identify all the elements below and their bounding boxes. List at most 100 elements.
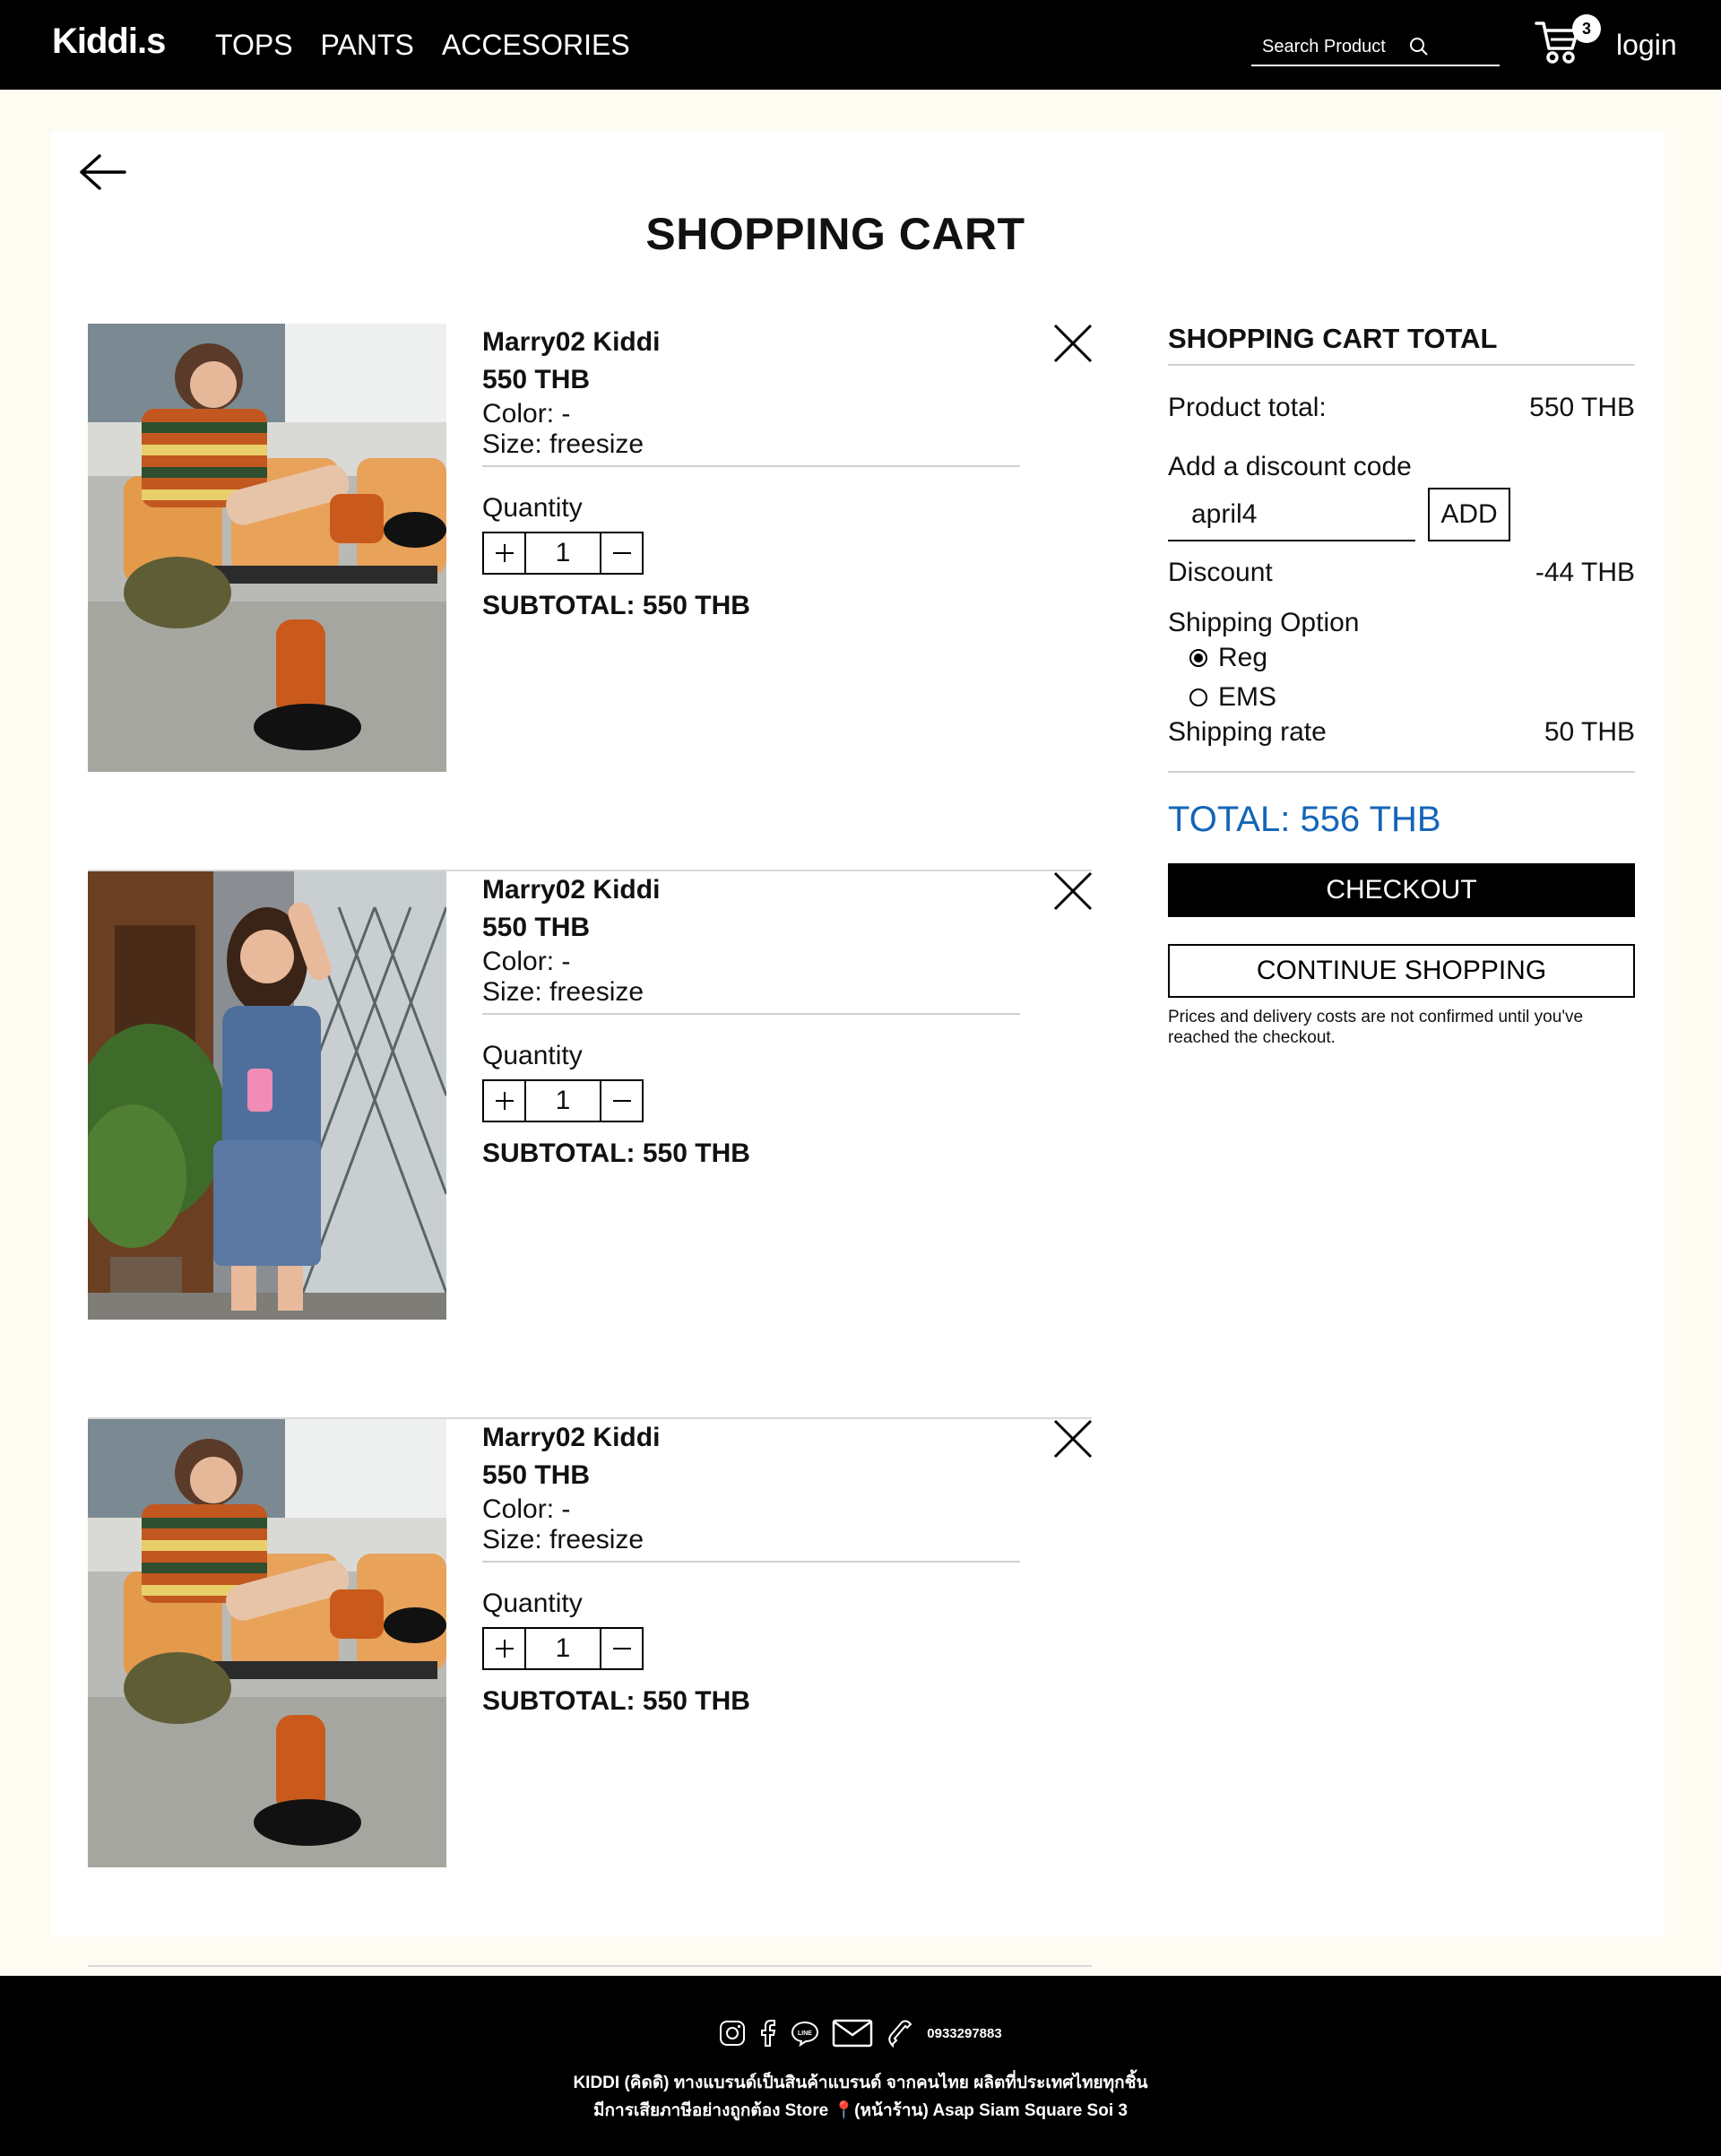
continue-shopping-button[interactable]: CONTINUE SHOPPING xyxy=(1168,944,1635,998)
remove-item-button[interactable] xyxy=(1053,1419,1093,1459)
divider xyxy=(482,1561,1020,1563)
quantity-value[interactable]: 1 xyxy=(524,533,601,573)
main-nav: TOPS PANTS ACCESORIES xyxy=(215,29,630,62)
decrease-quantity-button[interactable] xyxy=(601,1081,642,1121)
product-name[interactable]: Marry02 Kiddi xyxy=(482,871,1020,909)
minus-icon xyxy=(612,1100,631,1102)
search-bar xyxy=(1251,29,1500,66)
nav-item-tops[interactable]: TOPS xyxy=(215,29,293,62)
product-size: Size: freesize xyxy=(482,1525,644,1554)
quantity-label: Quantity xyxy=(482,1041,583,1070)
divider xyxy=(1168,771,1635,773)
remove-item-button[interactable] xyxy=(1053,871,1093,911)
plus-icon xyxy=(495,1640,514,1658)
product-name[interactable]: Marry02 Kiddi xyxy=(482,1419,1020,1457)
phone-icon[interactable] xyxy=(886,2019,914,2048)
footer-text: KIDDI (คิดดิ) ทางแบรนด์เป็นสินค้าแบรนด์ … xyxy=(0,2069,1721,2125)
order-total: TOTAL: 556 THB xyxy=(1168,800,1441,839)
shipping-option-ems[interactable]: EMS xyxy=(1189,678,1635,717)
product-price: 550 THB xyxy=(482,1460,591,1490)
shipping-option-reg[interactable]: Reg xyxy=(1189,638,1635,678)
footer-line-1: KIDDI (คิดดิ) ทางแบรนด์เป็นสินค้าแบรนด์ … xyxy=(573,2074,1148,2092)
product-photo[interactable] xyxy=(88,324,446,772)
discount-row: Discount -44 THB xyxy=(1168,558,1635,588)
page-title: SHOPPING CART xyxy=(645,209,1025,259)
product-color: Color: - xyxy=(482,1494,571,1524)
radio-button-selected[interactable] xyxy=(1189,649,1207,667)
checkout-button[interactable]: CHECKOUT xyxy=(1168,863,1635,917)
cart-panel: SHOPPING CART Marry02 Kiddi 550 THB Colo… xyxy=(51,131,1665,1967)
item-subtotal: SUBTOTAL: 550 THB xyxy=(482,1686,750,1716)
product-color: Color: - xyxy=(482,947,571,976)
item-info: Marry02 Kiddi 550 THB Color: - Size: fre… xyxy=(482,1419,1020,1717)
product-total-value: 550 THB xyxy=(1529,393,1635,422)
mail-icon[interactable] xyxy=(832,2019,873,2048)
quantity-label: Quantity xyxy=(482,493,583,523)
quantity-value[interactable]: 1 xyxy=(524,1629,601,1668)
add-discount-button[interactable]: ADD xyxy=(1428,488,1510,541)
social-links: LINE 0933297883 xyxy=(0,2019,1721,2048)
product-total-label: Product total: xyxy=(1168,393,1327,422)
product-price: 550 THB xyxy=(482,365,591,394)
quantity-stepper: 1 xyxy=(482,532,644,575)
arrow-left-icon xyxy=(80,154,126,190)
increase-quantity-button[interactable] xyxy=(484,1629,524,1668)
product-photo[interactable] xyxy=(88,871,446,1320)
close-icon xyxy=(1053,871,1093,911)
site-header: Kiddi.s TOPS PANTS ACCESORIES 3 login xyxy=(0,0,1721,90)
cart-count-badge: 3 xyxy=(1572,14,1601,43)
minus-icon xyxy=(612,1648,631,1649)
item-subtotal: SUBTOTAL: 550 THB xyxy=(482,591,750,620)
shipping-option-label: Shipping Option xyxy=(1168,608,1360,637)
shipping-rate-row: Shipping rate 50 THB xyxy=(1168,717,1635,748)
pricing-disclaimer: Prices and delivery costs are not confir… xyxy=(1168,1008,1584,1047)
plus-icon xyxy=(495,1092,514,1110)
quantity-stepper: 1 xyxy=(482,1079,644,1122)
product-photo[interactable] xyxy=(88,1419,446,1867)
cart-button[interactable]: 3 xyxy=(1535,14,1601,72)
divider xyxy=(482,1013,1020,1015)
item-info: Marry02 Kiddi 550 THB Color: - Size: fre… xyxy=(482,324,1020,621)
login-link[interactable]: login xyxy=(1616,29,1677,62)
nav-item-pants[interactable]: PANTS xyxy=(321,29,414,62)
cart-summary: SHOPPING CART TOTAL Product total: 550 T… xyxy=(1168,323,1635,1048)
increase-quantity-button[interactable] xyxy=(484,533,524,573)
minus-icon xyxy=(612,552,631,554)
product-size: Size: freesize xyxy=(482,429,644,459)
discount-code-input[interactable] xyxy=(1168,489,1415,541)
quantity-value[interactable]: 1 xyxy=(524,1081,601,1121)
facebook-icon[interactable] xyxy=(758,2019,778,2048)
cart-item: Marry02 Kiddi 550 THB Color: - Size: fre… xyxy=(88,871,1093,1419)
discount-code-row: ADD xyxy=(1168,488,1635,541)
item-subtotal: SUBTOTAL: 550 THB xyxy=(482,1139,750,1168)
product-name[interactable]: Marry02 Kiddi xyxy=(482,324,1020,361)
phone-number[interactable]: 0933297883 xyxy=(927,2026,1001,2041)
decrease-quantity-button[interactable] xyxy=(601,1629,642,1668)
brand-logo[interactable]: Kiddi.s xyxy=(52,22,166,62)
search-icon[interactable] xyxy=(1409,37,1429,56)
product-size: Size: freesize xyxy=(482,977,644,1007)
remove-item-button[interactable] xyxy=(1053,324,1093,363)
plus-icon xyxy=(495,544,514,562)
item-info: Marry02 Kiddi 550 THB Color: - Size: fre… xyxy=(482,871,1020,1169)
discount-label: Discount xyxy=(1168,558,1273,587)
close-icon xyxy=(1053,324,1093,363)
search-input[interactable] xyxy=(1262,36,1405,57)
discount-value: -44 THB xyxy=(1535,558,1635,587)
decrease-quantity-button[interactable] xyxy=(601,533,642,573)
divider xyxy=(482,465,1020,467)
quantity-stepper: 1 xyxy=(482,1627,644,1670)
product-price: 550 THB xyxy=(482,913,591,942)
product-total-row: Product total: 550 THB xyxy=(1168,393,1635,423)
line-icon[interactable]: LINE xyxy=(791,2020,819,2047)
nav-item-accessories[interactable]: ACCESORIES xyxy=(442,29,630,62)
shipping-option-label-ems: EMS xyxy=(1218,682,1277,712)
radio-button[interactable] xyxy=(1189,688,1207,706)
product-color: Color: - xyxy=(482,399,571,429)
back-button[interactable] xyxy=(78,152,126,196)
instagram-icon[interactable] xyxy=(719,2020,746,2047)
discount-code-label: Add a discount code xyxy=(1168,452,1412,481)
summary-title: SHOPPING CART TOTAL xyxy=(1168,323,1635,366)
shipping-option-label-reg: Reg xyxy=(1218,643,1268,672)
increase-quantity-button[interactable] xyxy=(484,1081,524,1121)
